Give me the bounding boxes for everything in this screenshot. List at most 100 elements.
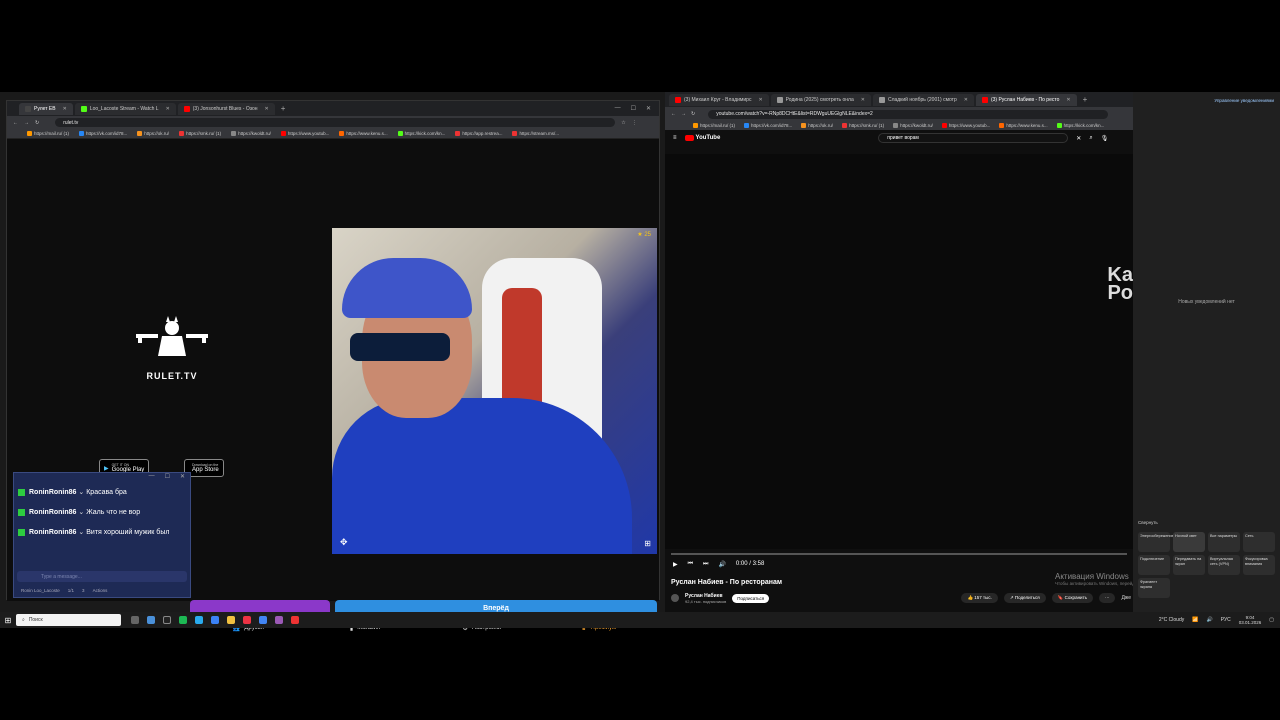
language-indicator[interactable]: РУС — [1221, 617, 1231, 623]
star-icon[interactable]: ☆ — [621, 120, 625, 126]
telegram-icon[interactable] — [195, 616, 203, 624]
bookmark[interactable]: https://vk.com/id78... — [79, 131, 127, 136]
close-icon[interactable]: ✕ — [180, 473, 185, 483]
new-tab-button[interactable]: + — [281, 104, 286, 113]
right-tab-0[interactable]: (3) Михаил Круг - Владимирс ✕ — [669, 93, 769, 106]
chat-footer-actions[interactable]: Actions — [93, 588, 108, 593]
minimize-icon[interactable]: — — [149, 473, 155, 483]
forward-icon[interactable]: → — [681, 111, 686, 117]
mic-icon[interactable]: 🎙 — [1101, 135, 1109, 142]
bookmark[interactable]: https://ok.ru/ — [137, 131, 169, 136]
gift-icon[interactable]: ⊞ — [644, 539, 651, 548]
bookmark[interactable]: https://kick.com/kn... — [1056, 123, 1104, 128]
right-url-field[interactable]: youtube.com/watch?v=-RNp8DCHtE&list=RDWg… — [708, 109, 1109, 119]
app-icon[interactable] — [179, 616, 187, 624]
avatar[interactable] — [671, 594, 679, 602]
close-tab-icon[interactable]: ✕ — [1066, 97, 1070, 103]
minimize-icon[interactable]: — — [615, 105, 621, 112]
app-icon[interactable] — [275, 616, 283, 624]
taskbar-search[interactable]: ⌕ Поиск — [16, 614, 121, 626]
chat-nick[interactable]: RoninRonin86 — [29, 509, 76, 516]
task-view-icon[interactable] — [131, 616, 139, 624]
maximize-icon[interactable]: ☐ — [631, 105, 636, 112]
bookmark[interactable]: https://stream.ms/... — [512, 131, 559, 136]
left-url-field[interactable]: rulet.tv — [55, 118, 616, 127]
windows-start-icon[interactable]: ⊞ — [0, 616, 16, 625]
youtube-logo[interactable]: YouTube — [684, 135, 720, 141]
next-icon[interactable]: ⏭ — [703, 561, 708, 568]
app-icon[interactable] — [243, 616, 251, 624]
hamburger-menu-icon[interactable]: ≡ — [673, 135, 677, 141]
weather-widget[interactable]: 2°C Cloudy — [1159, 617, 1184, 623]
chat-nick[interactable]: RoninRonin86 — [29, 529, 76, 536]
channel-name[interactable]: Руслан Набиев — [685, 593, 726, 599]
quick-tile[interactable]: Виртуальная сеть (VPN) — [1208, 555, 1240, 575]
quick-tile[interactable]: Все параметры — [1208, 532, 1240, 552]
close-tab-icon[interactable]: ✕ — [964, 97, 968, 103]
bookmark[interactable]: https://smk.ru/ (1) — [842, 123, 884, 128]
notification-icon[interactable]: ▢ — [1269, 617, 1274, 623]
collapse-quick-settings[interactable]: Свернуть — [1138, 520, 1158, 525]
bookmark[interactable]: https://mail.ru/ (1) — [693, 123, 735, 128]
new-tab-button[interactable]: + — [1083, 95, 1088, 104]
left-tab-2[interactable]: (3) Jonsonhurst Blues - Озон ✕ — [177, 102, 275, 115]
like-button[interactable]: 👍 157 тыс. — [961, 593, 998, 603]
youtube-search-input[interactable]: привет ворам — [878, 133, 1069, 143]
bookmark[interactable]: https://www.youtub... — [941, 123, 990, 128]
manage-notifications-link[interactable]: Управление уведомлениями — [1214, 98, 1274, 103]
bookmark[interactable]: https://kwoldt.ru/ — [893, 123, 933, 128]
maximize-icon[interactable]: ☐ — [165, 473, 170, 483]
reload-icon[interactable]: ↻ — [35, 120, 39, 126]
bookmark[interactable]: https://smk.ru/ (1) — [179, 131, 221, 136]
search-icon[interactable]: ⌕ — [1089, 135, 1092, 142]
bookmark[interactable]: https://www.kenu.s... — [339, 131, 388, 136]
close-tab-icon[interactable]: ✕ — [166, 106, 170, 112]
bookmark[interactable]: https://vk.com/id78... — [744, 123, 792, 128]
bookmark[interactable]: https://www.kenu.s... — [999, 123, 1048, 128]
chat-input[interactable]: Type a message... — [17, 571, 187, 582]
clear-search-icon[interactable]: ✕ — [1076, 135, 1081, 142]
clock[interactable]: 9:04 03.01.2026 — [1239, 615, 1262, 625]
close-tab-icon[interactable]: ✕ — [758, 97, 762, 103]
network-icon[interactable]: 📶 — [1192, 617, 1198, 623]
quick-tile[interactable]: Фокусировка внимания — [1243, 555, 1275, 575]
quick-tile[interactable]: Сеть — [1243, 532, 1275, 552]
bookmark[interactable]: https://www.youtub... — [280, 131, 329, 136]
close-tab-icon[interactable]: ✕ — [63, 106, 67, 112]
bookmark[interactable]: https://kwoldt.ru/ — [231, 131, 271, 136]
bookmark[interactable]: https://kick.com/kn... — [397, 131, 445, 136]
chat-nick[interactable]: RoninRonin86 — [29, 489, 76, 496]
play-icon[interactable]: ▶ — [673, 561, 678, 568]
right-tab-2[interactable]: Сладкий ноябрь (2001) смотр ✕ — [872, 93, 974, 106]
close-icon[interactable]: ✕ — [646, 105, 651, 112]
quick-tile[interactable]: Ночной свет — [1173, 532, 1205, 552]
right-tab-3[interactable]: (3) Руслан Набиев - По ресто ✕ — [975, 93, 1077, 106]
menu-icon[interactable]: ⋮ — [632, 120, 637, 126]
volume-icon[interactable]: 🔊 — [718, 561, 725, 568]
app-icon[interactable] — [211, 616, 219, 624]
youtube-video-player[interactable]: Ka Po — [665, 154, 1133, 549]
volume-icon[interactable]: 🔊 — [1206, 617, 1212, 623]
quick-tile[interactable]: Фрагмент экрана — [1138, 578, 1170, 598]
quick-tile[interactable]: Подключение — [1138, 555, 1170, 575]
bookmark[interactable]: https://mail.ru/ (1) — [27, 131, 69, 136]
back-icon[interactable]: ← — [13, 120, 18, 126]
bookmark[interactable]: https://ok.ru/ — [801, 123, 833, 128]
reload-icon[interactable]: ↻ — [691, 111, 695, 117]
bookmark[interactable]: https://app.restrea... — [455, 131, 502, 136]
video-progress-bar[interactable] — [671, 553, 1127, 555]
right-tab-1[interactable]: Родина (2025) смотреть онла ✕ — [770, 93, 871, 106]
close-tab-icon[interactable]: ✕ — [265, 106, 269, 112]
folder-icon[interactable] — [227, 616, 235, 624]
chrome-icon[interactable] — [259, 616, 267, 624]
left-tab-0[interactable]: Рулет ЕВ ✕ — [19, 102, 73, 115]
app-icon[interactable] — [147, 616, 155, 624]
more-icon[interactable]: ⋯ — [1098, 593, 1116, 603]
app-icon[interactable] — [291, 616, 299, 624]
back-icon[interactable]: ← — [671, 111, 676, 117]
save-button[interactable]: 🔖 Сохранить — [1051, 593, 1093, 603]
close-tab-icon[interactable]: ✕ — [861, 97, 865, 103]
quick-tile[interactable]: Энергосбережение — [1138, 532, 1174, 552]
subscribe-button[interactable]: Подписаться — [732, 593, 770, 603]
left-tab-1[interactable]: Loo_Lacoste Stream - Watch L ✕ — [74, 102, 176, 115]
